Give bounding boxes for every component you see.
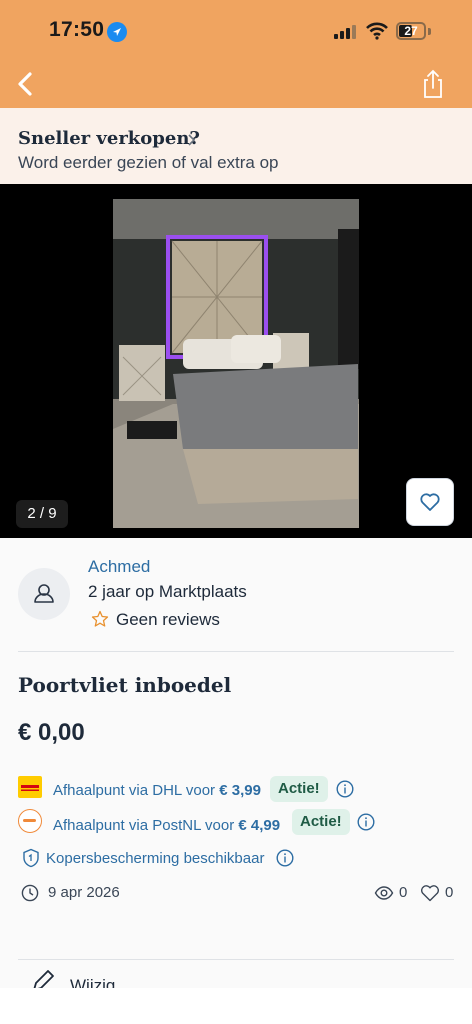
chevron-left-icon <box>18 72 32 96</box>
seller-membership: 2 jaar op Marktplaats <box>88 582 247 601</box>
battery-cap <box>428 28 431 35</box>
heart-outline-icon <box>420 885 440 907</box>
favorite-button[interactable] <box>406 478 454 526</box>
promo-banner[interactable]: Sneller verkopen? Word eerder gezien of … <box>0 108 472 184</box>
user-icon <box>34 584 54 603</box>
seller-reviews[interactable]: Geen reviews <box>116 610 220 630</box>
battery-level: 27 <box>404 24 418 38</box>
cellular-signal-icon <box>334 25 360 39</box>
buyer-protection[interactable]: Kopersbescherming beschikbaar <box>18 846 318 874</box>
promo-subtitle: Word eerder gezien of val extra op <box>18 153 279 172</box>
shipping-dhl-label: Afhaalpunt via DHL voor <box>53 782 216 799</box>
shipping-option-dhl[interactable]: Afhaalpunt via DHL voor € 3,99 Actie! <box>18 776 458 804</box>
share-icon <box>424 69 442 98</box>
info-icon[interactable] <box>357 813 375 831</box>
dhl-logo-icon <box>18 776 42 798</box>
listing-date: 9 apr 2026 <box>48 884 120 901</box>
listing-price: € 0,00 <box>18 719 85 746</box>
chevron-right-icon <box>186 133 198 152</box>
battery-icon: 27 <box>396 22 426 40</box>
seller-name-link[interactable]: Achmed <box>88 557 150 577</box>
eye-icon <box>374 885 394 906</box>
view-count: 0 <box>399 884 408 901</box>
star-icon <box>91 610 109 628</box>
postnl-logo-icon <box>18 809 42 833</box>
share-button[interactable] <box>418 66 448 102</box>
listing-photo <box>113 199 359 528</box>
clock-icon <box>21 884 39 907</box>
divider <box>18 651 454 652</box>
image-gallery[interactable]: 2 / 9 <box>0 184 472 538</box>
nav-bar <box>0 62 472 108</box>
divider <box>18 959 454 960</box>
heart-icon <box>420 493 440 511</box>
shipping-postnl-label: Afhaalpunt via PostNL voor <box>53 817 235 834</box>
shield-icon <box>22 848 40 873</box>
wifi-icon <box>366 22 388 40</box>
back-button[interactable] <box>10 66 46 102</box>
shipping-dhl-price: € 3,99 <box>219 782 261 799</box>
like-count: 0 <box>445 884 454 901</box>
image-counter: 2 / 9 <box>16 500 68 528</box>
info-icon[interactable] <box>336 780 354 798</box>
promo-badge: Actie! <box>270 776 328 802</box>
promo-badge: Actie! <box>292 809 350 835</box>
buyer-protection-label: Kopersbescherming beschikbaar <box>46 850 265 867</box>
location-arrow-icon <box>107 22 127 42</box>
listing-title: Poortvliet inboedel <box>18 673 232 697</box>
bottom-safe-area <box>0 988 472 1024</box>
shipping-option-postnl[interactable]: Afhaalpunt via PostNL voor € 4,99 Actie! <box>18 809 458 837</box>
info-icon[interactable] <box>276 849 294 867</box>
promo-title: Sneller verkopen? <box>18 128 200 149</box>
shipping-postnl-price: € 4,99 <box>238 817 281 834</box>
status-bar: 17:50 27 <box>0 0 472 62</box>
status-time: 17:50 <box>49 18 105 41</box>
avatar[interactable] <box>18 568 70 620</box>
